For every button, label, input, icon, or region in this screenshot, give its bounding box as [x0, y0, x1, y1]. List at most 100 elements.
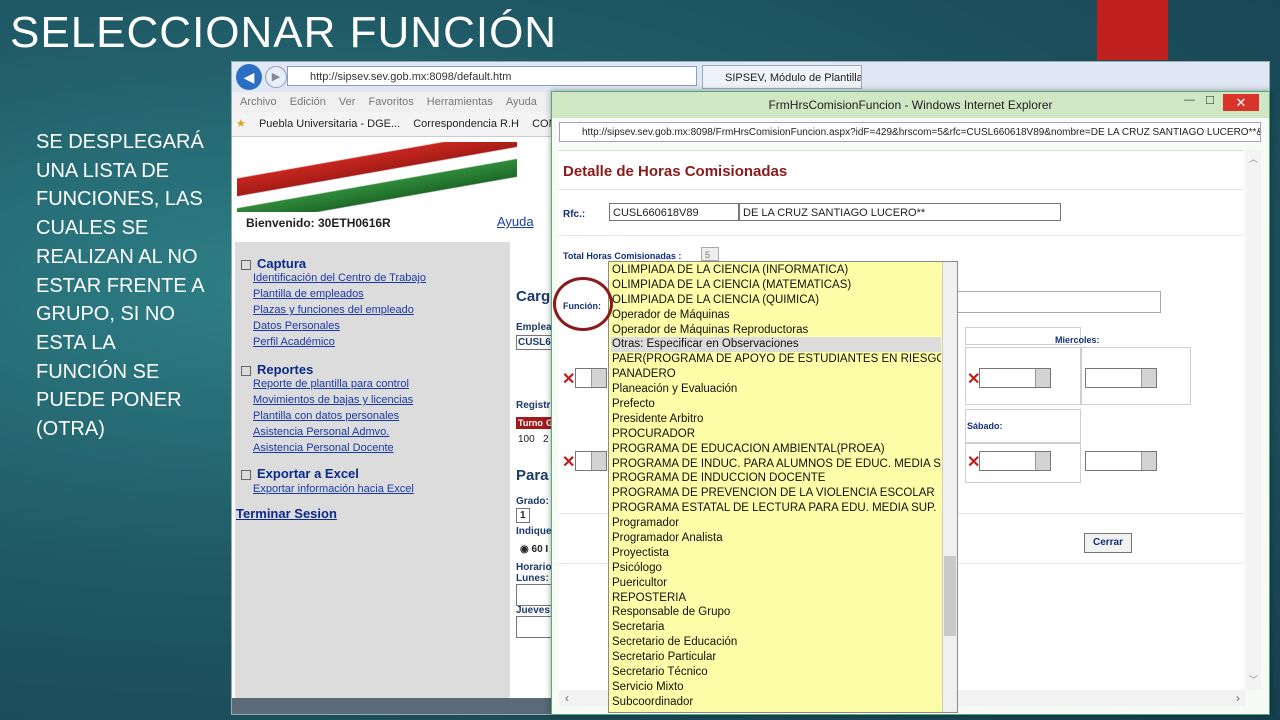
- delete-x-icon[interactable]: ✕: [562, 452, 575, 472]
- dropdown-option[interactable]: PROGRAMA ESTATAL DE LECTURA PARA EDU. ME…: [611, 501, 941, 516]
- sidebar-link[interactable]: Exportar información hacia Excel: [253, 483, 414, 495]
- dropdown-option[interactable]: Secretario Particular: [611, 650, 941, 665]
- dropdown-option[interactable]: Presidente Arbitro: [611, 412, 941, 427]
- dropdown-option[interactable]: OLIMPIADA DE LA CIENCIA (MATEMATICAS): [611, 278, 941, 293]
- time-input[interactable]: [1085, 451, 1157, 471]
- help-link[interactable]: Ayuda: [497, 214, 534, 229]
- scroll-right-icon[interactable]: ›: [1236, 691, 1240, 705]
- section-label: Reportes: [257, 362, 314, 377]
- dropdown-option[interactable]: PROCURADOR: [611, 427, 941, 442]
- dropdown-option[interactable]: Subcoordinador: [611, 695, 941, 710]
- close-button[interactable]: Cerrar: [1084, 533, 1132, 553]
- name-field[interactable]: DE LA CRUZ SANTIAGO LUCERO**: [739, 203, 1061, 221]
- sidebar-link[interactable]: Datos Personales: [253, 320, 340, 332]
- sidebar-link[interactable]: Plantilla con datos personales: [253, 410, 399, 422]
- browser-tab[interactable]: SIPSEV, Módulo de Plantilla...: [702, 65, 862, 89]
- dropdown-scroll-thumb[interactable]: [944, 556, 956, 636]
- dropdown-option[interactable]: PANADERO: [611, 367, 941, 382]
- menu-favoritos[interactable]: Favoritos: [368, 96, 413, 108]
- delete-x-icon[interactable]: ✕: [562, 369, 575, 389]
- address-bar[interactable]: http://sipsev.sev.gob.mx:8098/default.ht…: [287, 66, 697, 86]
- rfc-label: Rfc.:: [563, 209, 586, 220]
- menu-edicion[interactable]: Edición: [290, 96, 326, 108]
- favorites-star-icon[interactable]: ★: [236, 118, 246, 130]
- sidebar-link[interactable]: Plantilla de empleados: [253, 288, 364, 300]
- minimize-icon[interactable]: —: [1184, 94, 1195, 106]
- forward-button-icon[interactable]: ▶: [265, 66, 287, 88]
- fragment-text: Horario: [516, 562, 552, 573]
- section-label: Exportar a Excel: [257, 466, 359, 481]
- dropdown-option[interactable]: Servicio Mixto: [611, 680, 941, 695]
- header-banner: [237, 142, 517, 212]
- sidebar-link[interactable]: Movimientos de bajas y licencias: [253, 394, 413, 406]
- grade-select[interactable]: 1: [516, 508, 530, 523]
- dropdown-option[interactable]: Otras: Especificar en Observaciones: [611, 337, 941, 353]
- dropdown-option[interactable]: Programador: [611, 516, 941, 531]
- dropdown-option[interactable]: Operador de Máquinas Reproductoras: [611, 323, 941, 338]
- time-input[interactable]: [979, 451, 1051, 471]
- close-icon[interactable]: ✕: [1223, 94, 1259, 111]
- dropdown-option[interactable]: Proyectista: [611, 546, 941, 561]
- time-input[interactable]: [979, 368, 1051, 388]
- divider: [559, 189, 1243, 190]
- dropdown-option[interactable]: Operador de Máquinas: [611, 308, 941, 323]
- dropdown-option[interactable]: Puericultor: [611, 576, 941, 591]
- logout-link[interactable]: Terminar Sesion: [236, 506, 337, 521]
- dropdown-option[interactable]: PROGRAMA DE INDUCCION DOCENTE: [611, 471, 941, 486]
- scroll-down-icon[interactable]: ﹀: [1249, 673, 1258, 686]
- dropdown-scrollbar[interactable]: [942, 262, 957, 712]
- rfc-field[interactable]: CUSL660618V89: [609, 203, 739, 221]
- sidebar-link[interactable]: Asistencia Personal Admvo.: [253, 426, 389, 438]
- favorite-link[interactable]: Puebla Universitaria - DGE...: [259, 118, 400, 130]
- menu-herramientas[interactable]: Herramientas: [427, 96, 493, 108]
- dropdown-option[interactable]: Responsable de Grupo: [611, 605, 941, 620]
- dropdown-option[interactable]: PROGRAMA DE INDUC. PARA ALUMNOS DE EDUC.…: [611, 457, 941, 472]
- time-input[interactable]: [575, 368, 607, 388]
- time-input[interactable]: [516, 584, 554, 606]
- menu-ayuda[interactable]: Ayuda: [506, 96, 537, 108]
- vertical-scrollbar[interactable]: ︿ ﹀: [1246, 150, 1261, 690]
- total-hours-field: 5: [701, 247, 719, 261]
- section-label: Captura: [257, 256, 307, 271]
- dropdown-option[interactable]: PAER(PROGRAMA DE APOYO DE ESTUDIANTES EN…: [611, 352, 941, 367]
- radio-option[interactable]: ◉ 60 I: [520, 544, 548, 555]
- sidebar-link[interactable]: Identificación del Centro de Trabajo: [253, 272, 426, 284]
- dropdown-option[interactable]: PROGRAMA DE EDUCACION AMBIENTAL(PROEA): [611, 442, 941, 457]
- dropdown-option[interactable]: Planeación y Evaluación: [611, 382, 941, 397]
- time-input[interactable]: [575, 451, 607, 471]
- menu-archivo[interactable]: Archivo: [240, 96, 277, 108]
- menu-ver[interactable]: Ver: [339, 96, 356, 108]
- page-heading: Detalle de Horas Comisionadas: [563, 163, 788, 180]
- browser-toolbar: ◀ ▶ http://sipsev.sev.gob.mx:8098/defaul…: [232, 62, 1269, 92]
- fragment-header: Turno: [516, 417, 545, 429]
- scroll-left-icon[interactable]: ‹: [565, 691, 569, 705]
- dropdown-option[interactable]: Secretario de Educación: [611, 635, 941, 650]
- fragment-text: Lunes:: [516, 573, 549, 584]
- dropdown-option[interactable]: REPOSTERIA: [611, 591, 941, 606]
- maximize-icon[interactable]: ☐: [1205, 94, 1215, 107]
- section-square-icon: [241, 259, 251, 270]
- divider: [559, 235, 1243, 236]
- time-input[interactable]: [1085, 368, 1157, 388]
- dropdown-option[interactable]: OLIMPIADA DE LA CIENCIA (QUIMICA): [611, 293, 941, 308]
- dropdown-option[interactable]: Programador Analista: [611, 531, 941, 546]
- fragment-text: Indique: [516, 526, 552, 537]
- popup-address-bar[interactable]: http://sipsev.sev.gob.mx:8098/FrmHrsComi…: [559, 122, 1261, 142]
- sidebar: Captura Identificación del Centro de Tra…: [235, 242, 510, 702]
- dropdown-option[interactable]: PROGRAMA DE PREVENCION DE LA VIOLENCIA E…: [611, 486, 941, 501]
- sidebar-link[interactable]: Reporte de plantilla para control: [253, 378, 409, 390]
- back-button-icon[interactable]: ◀: [236, 64, 262, 90]
- sidebar-link[interactable]: Asistencia Personal Docente: [253, 442, 394, 454]
- favorite-link[interactable]: Correspondencia R.H: [413, 118, 519, 130]
- dropdown-option[interactable]: Secretaria: [611, 620, 941, 635]
- sidebar-link[interactable]: Plazas y funciones del empleado: [253, 304, 414, 316]
- dropdown-option[interactable]: Secretario Técnico: [611, 665, 941, 680]
- scroll-up-icon[interactable]: ︿: [1249, 152, 1258, 165]
- dropdown-option[interactable]: Psicólogo: [611, 561, 941, 576]
- dropdown-option[interactable]: Prefecto: [611, 397, 941, 412]
- dropdown-option[interactable]: OLIMPIADA DE LA CIENCIA (INFORMATICA): [611, 263, 941, 278]
- time-input[interactable]: [516, 616, 554, 638]
- observaciones-textarea[interactable]: [955, 291, 1161, 313]
- sidebar-link[interactable]: Perfil Académico: [253, 336, 335, 348]
- funcion-dropdown-list[interactable]: OLIMPIADA DE LA CIENCIA (INFORMATICA) OLI…: [608, 261, 958, 713]
